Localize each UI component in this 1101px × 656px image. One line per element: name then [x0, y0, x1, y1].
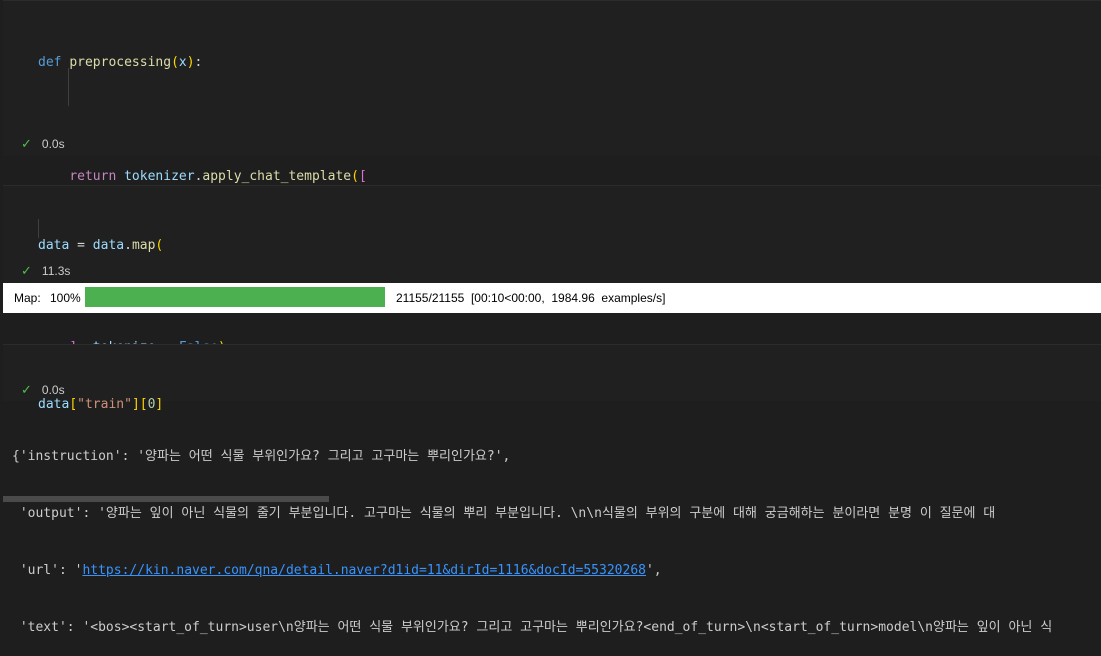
execution-time: 0.0s — [41, 137, 65, 151]
output-line: 'text': '<bos><start_of_turn>user\n양파는 어… — [12, 620, 1053, 635]
success-check-icon: ✓ — [21, 136, 32, 151]
output-text: ', — [645, 563, 662, 578]
map-progress-output: Map: 100% 21155/21155 [00:10<00:00, 1984… — [3, 283, 1101, 313]
execution-time: 0.0s — [41, 383, 65, 397]
progress-bar-track — [85, 287, 385, 307]
code-cell-1[interactable]: def preprocessing(x): return tokenizer.a… — [3, 0, 1101, 355]
code-cell-3[interactable]: data["train"][0] ✓ 0.0s — [3, 344, 1101, 412]
code-line: data = data.map( — [38, 238, 164, 253]
output-text: 'url': ' — [12, 563, 83, 578]
url-link[interactable]: https://kin.naver.com/qna/detail.naver?d… — [82, 563, 646, 578]
code-cell-2[interactable]: data = data.map( lambda x: {'text': prep… — [3, 185, 1101, 367]
progress-label: Map: — [14, 291, 41, 305]
progress-stats: 21155/21155 [00:10<00:00, 1984.96 exampl… — [396, 291, 666, 305]
code-line: return tokenizer.apply_chat_template([ — [69, 169, 367, 184]
cell-3-status: ✓ 0.0s — [21, 382, 65, 398]
cell-1-status: ✓ 0.0s — [21, 136, 65, 152]
output-line: 'url': 'https://kin.naver.com/qna/detail… — [12, 561, 1052, 580]
output-line: {'instruction': '양파는 어떤 식물 부위인가요? 그리고 고구… — [12, 449, 511, 464]
cell-3-output: {'instruction': '양파는 어떤 식물 부위인가요? 그리고 고구… — [12, 409, 1052, 656]
success-check-icon: ✓ — [21, 263, 32, 278]
success-check-icon: ✓ — [21, 382, 32, 397]
code-line: def preprocessing(x): — [38, 55, 203, 70]
execution-time: 11.3s — [41, 264, 71, 278]
progress-bar-fill — [85, 287, 385, 307]
horizontal-scrollbar[interactable] — [3, 496, 329, 502]
output-line: 'output': '양파는 잎이 아닌 식물의 줄기 부분입니다. 고구마는 … — [12, 506, 996, 521]
cell-2-status: ✓ 11.3s — [21, 263, 70, 279]
progress-percent: 100% — [50, 291, 81, 305]
